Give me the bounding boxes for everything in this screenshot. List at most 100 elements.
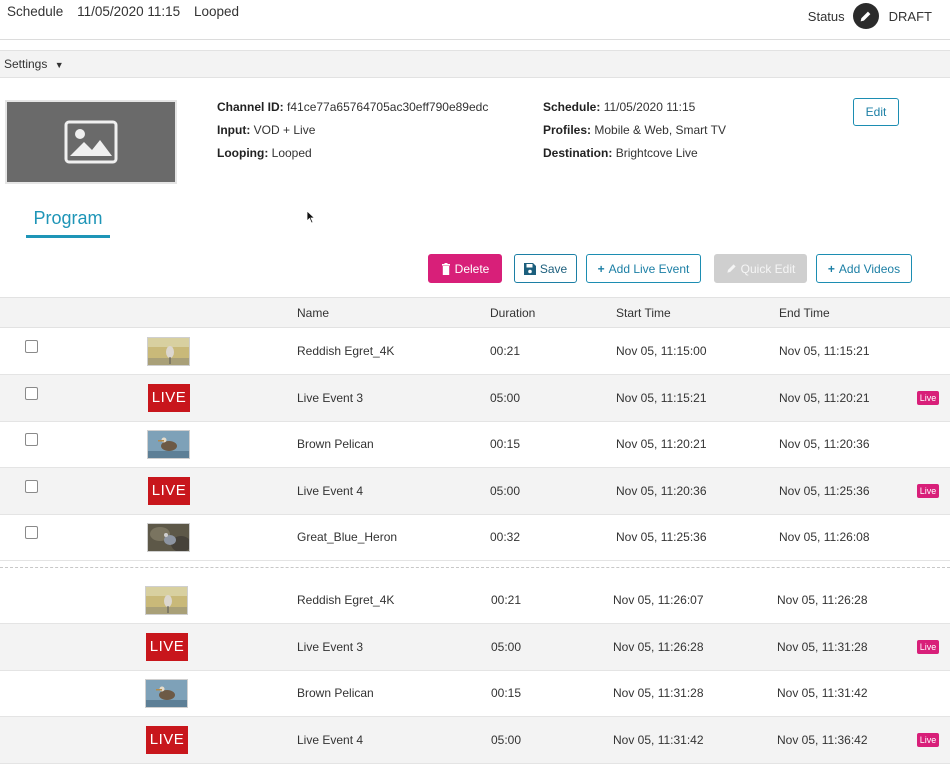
tab-program[interactable]: Program: [26, 204, 110, 238]
schedule-detail-label: Schedule:: [543, 100, 601, 114]
mouse-cursor-icon: [306, 210, 316, 224]
live-thumbnail: LIVE: [146, 632, 188, 661]
row-end-time: Nov 05, 11:31:28: [777, 639, 868, 654]
profiles-label: Profiles:: [543, 123, 592, 137]
row-duration: 00:32: [490, 530, 521, 544]
video-thumbnail: [147, 523, 190, 552]
add-live-event-button[interactable]: + Add Live Event: [586, 254, 701, 283]
input-label: Input:: [217, 123, 251, 137]
live-thumbnail: LIVE: [148, 383, 190, 412]
column-header-name[interactable]: Name: [297, 306, 329, 320]
settings-toggle[interactable]: Settings ▼: [0, 50, 950, 78]
row-name: Live Event 3: [297, 639, 364, 654]
input-value: VOD + Live: [253, 123, 316, 137]
row-end-time: Nov 05, 11:25:36: [779, 483, 870, 498]
column-header-start-time[interactable]: Start Time: [616, 306, 671, 320]
video-thumbnail: [147, 430, 190, 459]
top-bar: Schedule 11/05/2020 11:15 Looped Status …: [0, 0, 950, 40]
row-checkbox[interactable]: [25, 526, 38, 539]
live-thumbnail: LIVE: [148, 476, 190, 505]
live-badge: Live: [917, 390, 939, 405]
column-header-end-time[interactable]: End Time: [779, 306, 830, 320]
row-start-time: Nov 05, 11:20:36: [616, 483, 707, 498]
image-icon: [64, 120, 118, 164]
table-row[interactable]: Reddish Egret_4K 00:21 Nov 05, 11:26:07 Nov…: [0, 577, 950, 624]
row-duration: 00:15: [491, 686, 522, 700]
pencil-icon: [727, 264, 736, 273]
row-start-time: Nov 05, 11:15:00: [616, 344, 707, 358]
row-start-time: Nov 05, 11:26:07: [613, 593, 704, 607]
delete-button[interactable]: Delete: [428, 254, 502, 283]
row-end-time: Nov 05, 11:36:42: [777, 732, 868, 747]
row-duration: 00:21: [490, 344, 521, 358]
row-start-time: Nov 05, 11:25:36: [616, 530, 707, 544]
plus-icon: +: [827, 261, 835, 276]
schedule-summary: Schedule 11/05/2020 11:15 Looped: [7, 4, 249, 19]
row-duration: 05:00: [490, 483, 521, 498]
save-label: Save: [539, 261, 568, 276]
destination-label: Destination:: [543, 146, 613, 160]
row-duration: 05:00: [491, 639, 522, 654]
row-end-time: Nov 05, 11:20:21: [779, 390, 870, 405]
trash-icon: [441, 262, 450, 275]
settings-label: Settings: [4, 57, 48, 71]
row-checkbox[interactable]: [25, 340, 38, 353]
row-end-time: Nov 05, 11:26:28: [777, 593, 868, 607]
video-thumbnail: [145, 679, 188, 708]
floppy-disk-icon: [523, 262, 536, 275]
row-name: Reddish Egret_4K: [297, 593, 395, 607]
channel-id: f41ce77a65764705ac30eff790e89edc: [287, 100, 489, 114]
looping-label: Looping:: [217, 146, 269, 160]
table-row[interactable]: LIVE Live Event 3 05:00 Nov 05, 11:26:28 Nov…: [0, 623, 950, 671]
row-end-time: Nov 05, 11:26:08: [779, 530, 870, 544]
schedule-detail-value: 11/05/2020 11:15: [603, 100, 696, 114]
row-name: Live Event 4: [297, 483, 364, 498]
table-row[interactable]: Brown Pelican 00:15 Nov 05, 11:31:28 Nov 05…: [0, 670, 950, 717]
quick-edit-button[interactable]: Quick Edit: [714, 254, 807, 283]
table-row[interactable]: Brown Pelican 00:15 Nov 05, 11:20:21 Nov 05…: [0, 421, 950, 468]
row-checkbox[interactable]: [25, 386, 38, 400]
row-name: Reddish Egret_4K: [297, 344, 395, 358]
pencil-icon[interactable]: [852, 3, 879, 29]
row-checkbox[interactable]: [25, 479, 38, 493]
row-name: Brown Pelican: [297, 686, 374, 700]
table-row[interactable]: Reddish Egret_4K 00:21 Nov 05, 11:15:00 Nov…: [0, 328, 950, 375]
row-start-time: Nov 05, 11:31:42: [613, 732, 704, 747]
row-start-time: Nov 05, 11:31:28: [613, 686, 704, 700]
live-thumbnail: LIVE: [146, 725, 188, 754]
edit-button[interactable]: Edit: [853, 98, 899, 126]
row-end-time: Nov 05, 11:31:42: [777, 686, 868, 700]
profiles-value: Mobile & Web, Smart TV: [594, 123, 726, 137]
add-videos-label: Add Videos: [838, 261, 901, 276]
channel-details: Channel ID: f41ce77a65764705ac30eff790e8…: [217, 96, 488, 165]
add-videos-button[interactable]: + Add Videos: [816, 254, 912, 283]
row-name: Great_Blue_Heron: [297, 530, 398, 544]
caret-down-icon: ▼: [54, 60, 64, 70]
row-duration: 00:21: [491, 593, 522, 607]
schedule-datetime: 11/05/2020 11:15: [77, 4, 181, 19]
row-end-time: Nov 05, 11:20:36: [779, 437, 870, 451]
row-start-time: Nov 05, 11:15:21: [616, 390, 707, 405]
row-name: Live Event 4: [297, 732, 364, 747]
save-button[interactable]: Save: [514, 254, 577, 283]
channel-image-placeholder: [5, 100, 177, 184]
plus-icon: +: [597, 261, 605, 276]
table-row[interactable]: Great_Blue_Heron 00:32 Nov 05, 11:25:36 Nov…: [0, 514, 950, 561]
table-row[interactable]: LIVE Live Event 4 05:00 Nov 05, 11:20:36 Nov…: [0, 467, 950, 515]
video-thumbnail: [145, 586, 188, 615]
row-start-time: Nov 05, 11:20:21: [616, 437, 707, 451]
looping-value: Looped: [271, 146, 312, 160]
delete-label: Delete: [454, 261, 490, 276]
table-row[interactable]: LIVE Live Event 4 05:00 Nov 05, 11:31:42 Nov…: [0, 716, 950, 764]
destination-value: Brightcove Live: [615, 146, 698, 160]
video-thumbnail: [147, 337, 190, 366]
channel-id-label: Channel ID:: [217, 100, 284, 114]
row-checkbox[interactable]: [25, 433, 38, 446]
add-live-event-label: Add Live Event: [608, 261, 690, 276]
column-header-duration[interactable]: Duration: [490, 306, 535, 320]
row-name: Live Event 3: [297, 390, 364, 405]
live-badge: Live: [917, 732, 939, 747]
table-row[interactable]: LIVE Live Event 3 05:00 Nov 05, 11:15:21 Nov…: [0, 374, 950, 422]
row-name: Brown Pelican: [297, 437, 374, 451]
status-label: Status: [807, 8, 845, 24]
